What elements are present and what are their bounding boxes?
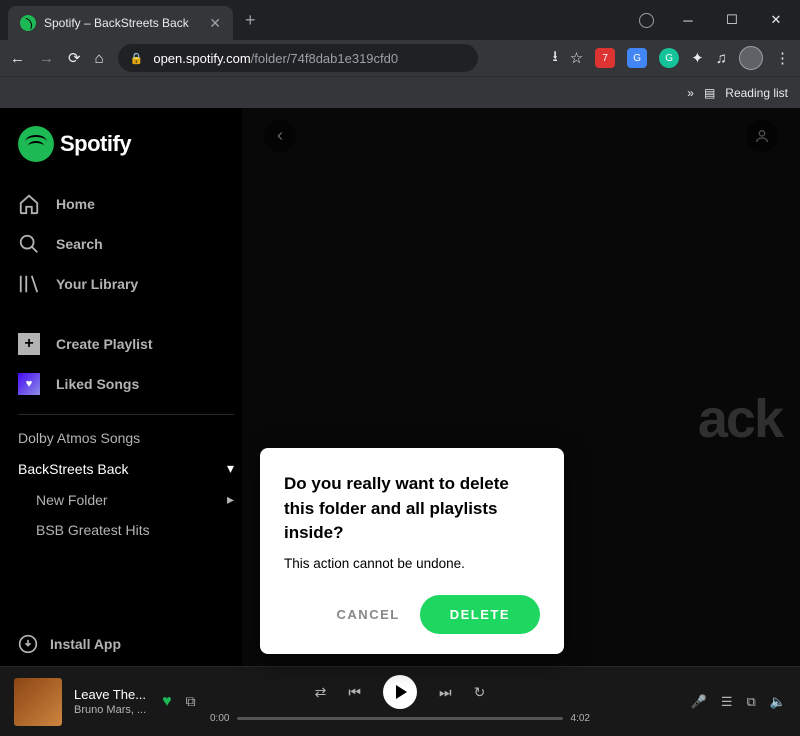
- close-tab-icon[interactable]: ✕: [209, 15, 221, 32]
- chevron-down-icon[interactable]: ▾: [227, 460, 234, 477]
- bookmark-star-icon[interactable]: ☆: [570, 49, 583, 67]
- cancel-button[interactable]: CANCEL: [331, 597, 406, 632]
- playlist-item[interactable]: Dolby Atmos Songs: [18, 423, 234, 453]
- playlist-item-selected[interactable]: BackStreets Back▾: [18, 453, 234, 484]
- shuffle-icon[interactable]: ⇄: [315, 684, 327, 701]
- tab-title: Spotify – BackStreets Back: [44, 16, 201, 30]
- elapsed-time: 0:00: [210, 713, 229, 724]
- url-bar[interactable]: 🔒 open.spotify.com/folder/74f8dab1e319cf…: [118, 44, 478, 72]
- spotify-logo[interactable]: Spotify: [18, 126, 234, 162]
- browser-navbar: ← → ⟳ ⌂ 🔒 open.spotify.com/folder/74f8da…: [0, 40, 800, 76]
- music-ext-icon[interactable]: ♫: [716, 50, 727, 67]
- player-right-controls: 🎤 ☰ ⧉ 🔈: [691, 694, 786, 710]
- window-controls: ─ ☐ ✕: [639, 5, 800, 35]
- modal-title: Do you really want to delete this folder…: [284, 472, 540, 546]
- sidebar: Spotify Home Search Your Library + Creat…: [0, 108, 242, 666]
- plus-box-icon: +: [18, 333, 40, 355]
- url-text: open.spotify.com/folder/74f8dab1e319cfd0: [153, 51, 398, 66]
- play-button[interactable]: [383, 675, 417, 709]
- spotify-wordmark: Spotify: [60, 131, 131, 157]
- volume-icon[interactable]: 🔈: [770, 694, 786, 710]
- extension-icons: ⭳ ☆ 7 G G ✦ ♫ ⋮: [552, 46, 790, 71]
- progress-bar: 0:00 4:02: [210, 713, 590, 724]
- heart-box-icon: ♥: [18, 373, 40, 395]
- delete-confirm-modal: Do you really want to delete this folder…: [260, 448, 564, 654]
- pip-icon[interactable]: ⧉: [186, 693, 196, 710]
- spotify-favicon: [20, 15, 36, 31]
- extension-translate[interactable]: G: [627, 48, 647, 68]
- player-controls: ⇄ ⏮ ⏭ ↻ 0:00 4:02: [210, 675, 590, 724]
- spotify-logo-icon: [18, 126, 54, 162]
- seek-bar[interactable]: [237, 717, 562, 720]
- extension-grammarly[interactable]: G: [659, 48, 679, 68]
- profile-avatar[interactable]: [739, 46, 763, 70]
- spotify-app: Spotify Home Search Your Library + Creat…: [0, 108, 800, 666]
- reading-list-icon: ▤: [704, 86, 715, 100]
- download-icon[interactable]: ⭳: [552, 46, 557, 71]
- prev-track-icon[interactable]: ⏮: [348, 684, 361, 701]
- now-playing-art[interactable]: [14, 678, 62, 726]
- lock-icon: 🔒: [130, 52, 144, 65]
- lyrics-icon[interactable]: 🎤: [691, 694, 707, 710]
- home-nav-icon: [18, 193, 40, 215]
- close-window-button[interactable]: ✕: [756, 5, 796, 35]
- download-circle-icon: [18, 634, 38, 654]
- extensions-icon[interactable]: ✦: [691, 49, 704, 67]
- forward-icon[interactable]: →: [39, 50, 54, 67]
- bookmark-bar: » ▤ Reading list: [0, 76, 800, 108]
- sidebar-divider: [18, 414, 234, 415]
- home-icon[interactable]: ⌂: [95, 50, 104, 67]
- bookmark-chevron[interactable]: »: [687, 86, 694, 100]
- search-nav-icon: [18, 233, 40, 255]
- repeat-icon[interactable]: ↻: [474, 684, 486, 701]
- next-track-icon[interactable]: ⏭: [439, 684, 452, 701]
- nav-library[interactable]: Your Library: [18, 264, 234, 304]
- queue-icon[interactable]: ☰: [721, 694, 733, 710]
- back-icon[interactable]: ←: [10, 50, 25, 67]
- total-time: 4:02: [571, 713, 590, 724]
- track-artist[interactable]: Bruno Mars, ...: [74, 704, 146, 716]
- minimize-button[interactable]: ─: [668, 5, 708, 35]
- now-playing-bar: Leave The... Bruno Mars, ... ♥ ⧉ ⇄ ⏮ ⏭ ↻…: [0, 666, 800, 736]
- reading-list-button[interactable]: Reading list: [725, 86, 788, 100]
- play-icon: [396, 685, 407, 699]
- browser-titlebar: Spotify – BackStreets Back ✕ + ─ ☐ ✕: [0, 0, 800, 40]
- playlist-subitem[interactable]: BSB Greatest Hits: [18, 515, 234, 545]
- install-app-button[interactable]: Install App: [18, 622, 234, 666]
- nav-home[interactable]: Home: [18, 184, 234, 224]
- like-button[interactable]: ♥: [162, 693, 172, 711]
- maximize-button[interactable]: ☐: [712, 5, 752, 35]
- nav-search[interactable]: Search: [18, 224, 234, 264]
- modal-buttons: CANCEL DELETE: [284, 595, 540, 634]
- delete-button[interactable]: DELETE: [420, 595, 540, 634]
- nav-liked-songs[interactable]: ♥ Liked Songs: [18, 364, 234, 404]
- playlist-subitem[interactable]: New Folder▸: [18, 484, 234, 515]
- nav-create-playlist[interactable]: + Create Playlist: [18, 324, 234, 364]
- new-tab-button[interactable]: +: [245, 10, 256, 31]
- menu-icon[interactable]: ⋮: [775, 49, 790, 67]
- shield-icon[interactable]: [639, 13, 654, 28]
- now-playing-info: Leave The... Bruno Mars, ...: [74, 687, 146, 716]
- modal-body: This action cannot be undone.: [284, 556, 540, 571]
- chevron-right-icon: ▸: [227, 491, 234, 508]
- browser-tab[interactable]: Spotify – BackStreets Back ✕: [8, 6, 233, 40]
- track-title[interactable]: Leave The...: [74, 687, 146, 702]
- extension-1[interactable]: 7: [595, 48, 615, 68]
- devices-icon[interactable]: ⧉: [747, 694, 756, 710]
- library-nav-icon: [18, 273, 40, 295]
- reload-icon[interactable]: ⟳: [68, 49, 81, 67]
